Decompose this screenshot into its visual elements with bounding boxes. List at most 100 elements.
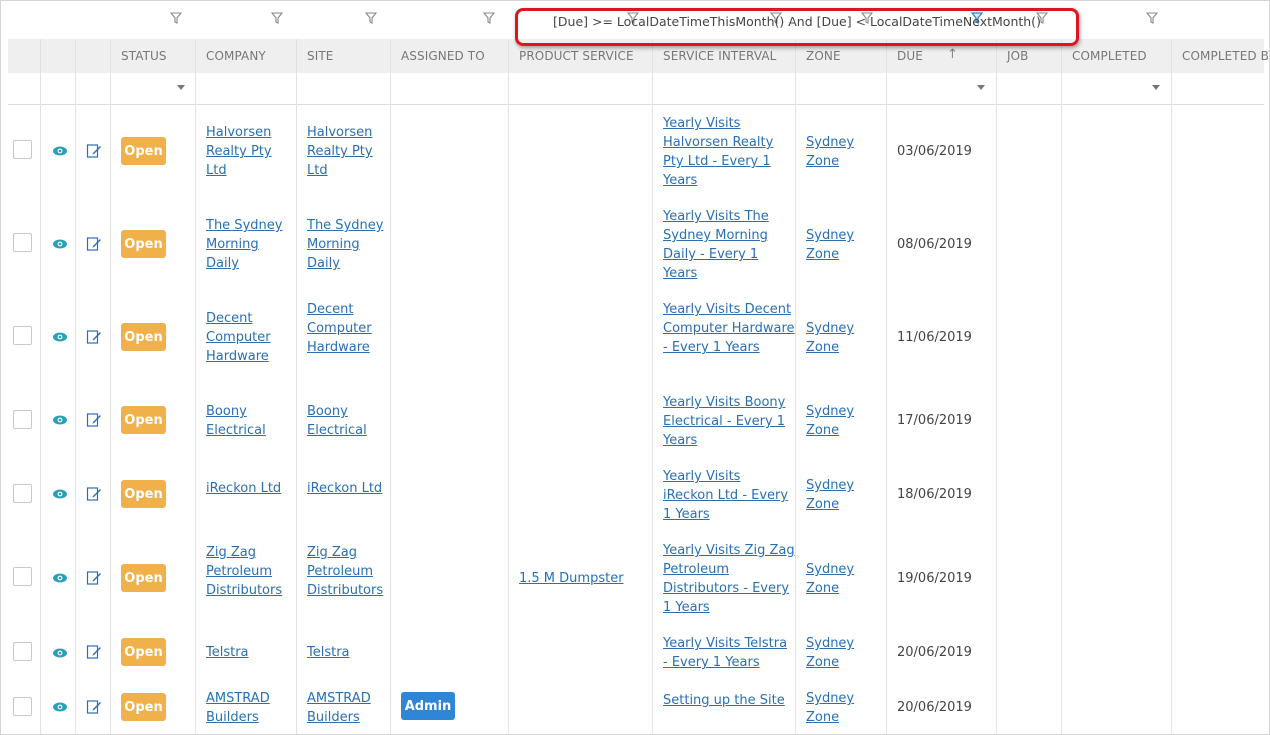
site-link[interactable]: Boony Electrical (307, 402, 389, 440)
row-checkbox[interactable] (13, 642, 32, 661)
zone-link[interactable]: Sydney Zone (806, 476, 866, 514)
col-divider (195, 39, 196, 734)
col-divider (75, 39, 76, 734)
col-divider (886, 39, 887, 734)
edit-icon[interactable] (86, 699, 102, 715)
status-funnel-icon[interactable] (170, 12, 182, 24)
site-link[interactable]: iReckon Ltd (307, 479, 397, 498)
eye-icon[interactable] (52, 145, 68, 157)
eye-icon[interactable] (52, 414, 68, 426)
eye-icon[interactable] (52, 701, 68, 713)
service-interval-link[interactable]: Yearly Visits iReckon Ltd - Every 1 Year… (663, 467, 795, 524)
zone-link[interactable]: Sydney Zone (806, 319, 866, 357)
service-interval-link[interactable]: Yearly Visits The Sydney Morning Daily -… (663, 207, 795, 283)
edit-icon[interactable] (86, 329, 102, 345)
service-interval-link[interactable]: Yearly Visits Decent Computer Hardware -… (663, 300, 795, 357)
completed-filter-chevron-down-icon[interactable] (1152, 85, 1160, 90)
header-status[interactable]: STATUS (121, 39, 167, 73)
row-checkbox[interactable] (13, 410, 32, 429)
zone-link[interactable]: Sydney Zone (806, 634, 866, 672)
due-date: 17/06/2019 (897, 413, 972, 428)
header-site[interactable]: SITE (307, 39, 333, 73)
service-interval-link[interactable]: Yearly Visits Boony Electrical - Every 1… (663, 393, 795, 450)
eye-icon[interactable] (52, 488, 68, 500)
edit-icon[interactable] (86, 412, 102, 428)
zone-link[interactable]: Sydney Zone (806, 402, 866, 440)
company-link[interactable]: iReckon Ltd (206, 479, 296, 498)
col-divider (296, 39, 297, 734)
row-checkbox[interactable] (13, 140, 32, 159)
zone-link[interactable]: Sydney Zone (806, 689, 866, 727)
completed-funnel-icon[interactable] (1146, 12, 1158, 24)
site-link[interactable]: Telstra (307, 643, 391, 662)
col-divider (40, 39, 41, 734)
site-link[interactable]: Halvorsen Realty Pty Ltd (307, 123, 387, 180)
row-checkbox[interactable] (13, 233, 32, 252)
col-divider (795, 39, 796, 734)
sort-up-arrow-icon[interactable]: ↑ (947, 47, 958, 62)
grid-frame: [Due] >= LocalDateTimeThisMonth() And [D… (0, 0, 1270, 735)
service-interval-link[interactable]: Setting up the Site (663, 691, 795, 710)
company-link[interactable]: Telstra (206, 643, 290, 662)
eye-icon[interactable] (52, 238, 68, 250)
col-divider (652, 39, 653, 734)
eye-icon[interactable] (52, 572, 68, 584)
eye-icon[interactable] (52, 331, 68, 343)
status-badge: Open (121, 323, 166, 351)
assigned-to-badge[interactable]: Admin (401, 692, 455, 720)
filter-expression-highlight: [Due] >= LocalDateTimeThisMonth() And [D… (515, 8, 1079, 46)
zone-link[interactable]: Sydney Zone (806, 560, 866, 598)
header-completed-by[interactable]: COMPLETED BY (1182, 39, 1269, 73)
status-filter-chevron-down-icon[interactable] (177, 85, 185, 90)
edit-icon[interactable] (86, 236, 102, 252)
due-date: 08/06/2019 (897, 237, 972, 252)
due-date: 20/06/2019 (897, 700, 972, 715)
row-checkbox[interactable] (13, 567, 32, 586)
due-date: 18/06/2019 (897, 487, 972, 502)
service-interval-link[interactable]: Yearly Visits Telstra - Every 1 Years (663, 634, 795, 672)
row-checkbox[interactable] (13, 326, 32, 345)
assigned-to-funnel-icon[interactable] (483, 12, 495, 24)
edit-icon[interactable] (86, 486, 102, 502)
edit-icon[interactable] (86, 143, 102, 159)
col-divider (508, 39, 509, 734)
company-link[interactable]: Boony Electrical (206, 402, 288, 440)
status-badge: Open (121, 638, 166, 666)
site-link[interactable]: The Sydney Morning Daily (307, 216, 389, 273)
col-divider (1061, 39, 1062, 734)
col-divider (110, 39, 111, 734)
header-completed[interactable]: COMPLETED (1072, 39, 1147, 73)
zone-link[interactable]: Sydney Zone (806, 226, 866, 264)
site-link[interactable]: Decent Computer Hardware (307, 300, 389, 357)
company-link[interactable]: Zig Zag Petroleum Distributors (206, 543, 290, 600)
filter-expression[interactable]: [Due] >= LocalDateTimeThisMonth() And [D… (518, 14, 1076, 29)
site-link[interactable]: Zig Zag Petroleum Distributors (307, 543, 391, 600)
status-badge: Open (121, 480, 166, 508)
edit-icon[interactable] (86, 570, 102, 586)
status-badge: Open (121, 564, 166, 592)
row-checkbox[interactable] (13, 484, 32, 503)
due-date: 11/06/2019 (897, 330, 972, 345)
service-interval-link[interactable]: Yearly Visits Zig Zag Petroleum Distribu… (663, 541, 795, 617)
product-service-link[interactable]: 1.5 M Dumpster (519, 569, 649, 588)
edit-icon[interactable] (86, 644, 102, 660)
status-badge: Open (121, 693, 166, 721)
header-company[interactable]: COMPANY (206, 39, 266, 73)
site-link[interactable]: AMSTRAD Builders (307, 689, 391, 727)
eye-icon[interactable] (52, 647, 68, 659)
row-checkbox[interactable] (13, 697, 32, 716)
company-link[interactable]: AMSTRAD Builders (206, 689, 290, 727)
filter-row (8, 73, 1264, 105)
due-filter-chevron-down-icon[interactable] (977, 85, 985, 90)
due-date: 20/06/2019 (897, 645, 972, 660)
zone-link[interactable]: Sydney Zone (806, 133, 866, 171)
site-funnel-icon[interactable] (365, 12, 377, 24)
service-interval-link[interactable]: Yearly Visits Halvorsen Realty Pty Ltd -… (663, 114, 795, 190)
header-assigned-to[interactable]: ASSIGNED TO (401, 39, 485, 73)
due-date: 03/06/2019 (897, 144, 972, 159)
company-link[interactable]: The Sydney Morning Daily (206, 216, 288, 273)
col-divider (390, 39, 391, 734)
company-funnel-icon[interactable] (271, 12, 283, 24)
company-link[interactable]: Halvorsen Realty Pty Ltd (206, 123, 286, 180)
company-link[interactable]: Decent Computer Hardware (206, 309, 288, 366)
